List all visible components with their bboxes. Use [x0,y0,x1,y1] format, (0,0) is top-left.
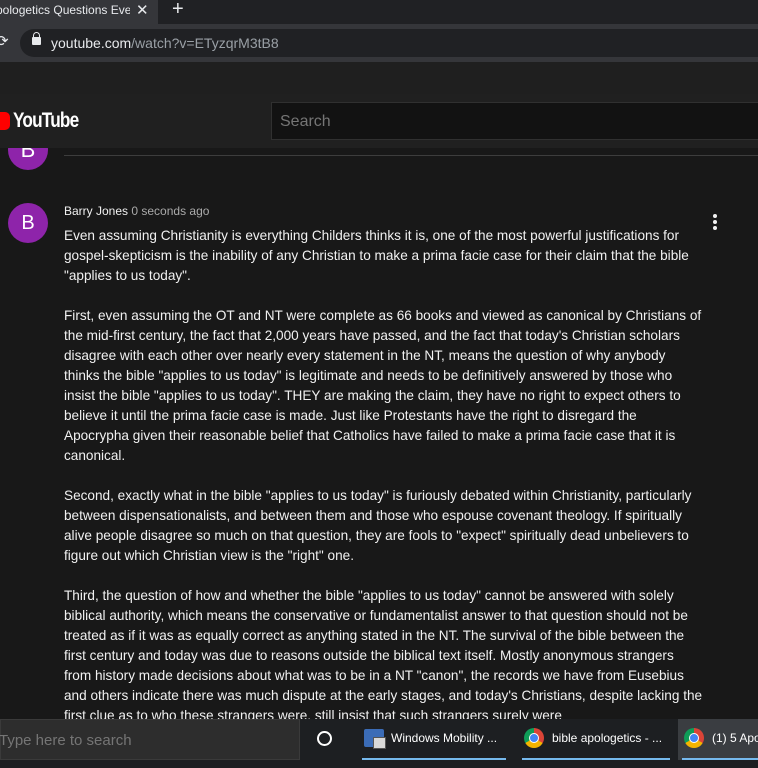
reload-icon[interactable]: ⟳ [0,32,9,50]
taskbar-item-label: (1) 5 Apo [712,731,758,745]
youtube-header: YouTube [0,94,758,148]
url-text[interactable]: youtube.com/watch?v=ETyzqrM3tB8 [51,35,279,51]
url-path: /watch?v=ETyzqrM3tB8 [131,35,279,51]
browser-tab[interactable]: pologetics Questions Every ✕ [0,0,158,24]
tab-close-icon[interactable]: ✕ [136,1,149,19]
lock-icon[interactable] [32,32,41,45]
comment-timestamp[interactable]: 0 seconds ago [131,204,209,218]
chrome-icon [684,728,704,748]
comment-paragraph: First, even assuming the OT and NT were … [64,308,702,463]
url-host: youtube.com [51,35,132,51]
avatar[interactable]: B [8,148,48,170]
comment-paragraph: Even assuming Christianity is everything… [64,228,689,283]
active-indicator [522,758,670,760]
youtube-logo-text[interactable]: YouTube [13,109,79,133]
taskbar-item-label: bible apologetics - ... [552,731,663,745]
comment-body: Even assuming Christianity is everything… [64,226,704,719]
comments-section: B B Barry Jones 0 seconds ago Even assum… [0,148,758,719]
address-bar[interactable]: youtube.com/watch?v=ETyzqrM3tB8 [20,29,758,57]
search-box[interactable] [271,102,758,140]
comment-author[interactable]: Barry Jones [64,204,128,218]
bookmark-gap [0,62,758,94]
youtube-logo-icon[interactable] [0,112,10,130]
task-view-icon[interactable] [317,731,332,746]
more-options-icon[interactable] [710,214,720,234]
taskbar-search-box[interactable] [0,719,300,760]
taskbar-item-youtube-tab[interactable]: (1) 5 Apo [678,719,758,760]
browser-toolbar: ⟳ youtube.com/watch?v=ETyzqrM3tB8 [0,24,758,62]
divider [64,155,758,156]
commenter-avatar[interactable]: B [8,203,48,243]
taskbar-item-windows-mobility[interactable]: Windows Mobility ... [358,719,510,760]
search-input[interactable] [278,112,682,132]
comment-paragraph: Second, exactly what in the bible "appli… [64,488,692,563]
tab-title: pologetics Questions Every [0,3,130,17]
taskbar-item-bible-apologetics[interactable]: bible apologetics - ... [518,719,674,760]
comment-paragraph: Third, the question of how and whether t… [64,588,703,719]
comment-header: Barry Jones 0 seconds ago [64,204,209,218]
windows-mobility-icon [364,729,386,749]
active-indicator [682,758,758,760]
browser-tab-strip: pologetics Questions Every ✕ + [0,0,758,24]
windows-taskbar: Windows Mobility ... bible apologetics -… [0,719,758,768]
active-indicator [362,758,506,760]
taskbar-item-label: Windows Mobility ... [391,731,498,745]
new-tab-button[interactable]: + [172,0,184,21]
chrome-icon [524,728,544,748]
taskbar-search-input[interactable] [0,731,291,750]
